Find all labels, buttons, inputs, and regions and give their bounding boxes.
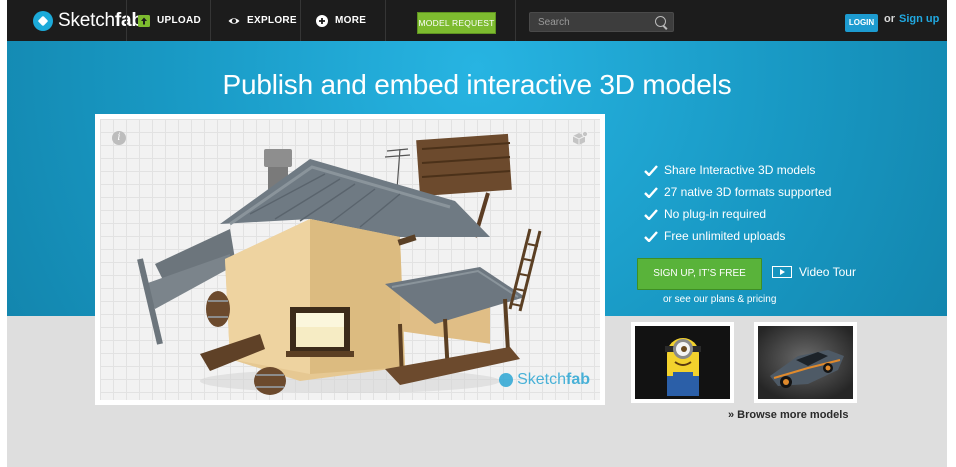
minion-model-image — [635, 326, 730, 399]
login-button[interactable]: LOGIN — [845, 14, 878, 32]
eye-icon — [228, 17, 240, 24]
more-label: MORE — [335, 15, 367, 26]
feature-item: Free unlimited uploads — [644, 225, 831, 247]
signup-free-button[interactable]: SIGN UP, IT’S FREE — [637, 258, 762, 290]
plans-pricing-link[interactable]: or see our plans & pricing — [663, 294, 776, 305]
upload-icon — [138, 14, 150, 27]
logo-text-prefix: Sketch — [58, 10, 115, 31]
featured-model-thumbnail[interactable] — [631, 322, 734, 403]
signup-link[interactable]: Sign up — [899, 13, 939, 25]
feature-item: Share Interactive 3D models — [644, 159, 831, 181]
nav-divider — [210, 0, 211, 41]
search-icon[interactable] — [655, 16, 666, 27]
hero-headline: Publish and embed interactive 3D models — [222, 69, 732, 100]
feature-list: Share Interactive 3D models 27 native 3D… — [644, 159, 831, 247]
video-tour-label: Video Tour — [799, 265, 856, 279]
checkmark-icon — [644, 164, 658, 176]
play-icon — [772, 266, 792, 278]
nav-divider — [515, 0, 516, 41]
plus-circle-icon — [316, 14, 328, 27]
viewer-canvas[interactable]: i Sketchfab — [100, 119, 600, 400]
upload-label: UPLOAD — [157, 15, 202, 26]
sports-car-model-image — [758, 326, 853, 399]
feature-label: Share Interactive 3D models — [664, 163, 816, 177]
checkmark-icon — [644, 230, 658, 242]
watermark-prefix: Sketch — [517, 371, 566, 388]
checkmark-icon — [644, 208, 658, 220]
video-tour-link[interactable]: Video Tour — [772, 265, 856, 279]
more-nav-button[interactable]: MORE — [316, 0, 366, 41]
house-model-render — [137, 133, 542, 395]
top-navigation-bar: Sketchfab UPLOAD EXPLORE MORE MODEL REQU… — [7, 0, 947, 42]
upload-nav-button[interactable]: UPLOAD — [138, 0, 201, 41]
browse-more-models-link[interactable]: » Browse more models — [728, 409, 848, 421]
feature-label: No plug-in required — [664, 207, 767, 221]
nav-divider — [126, 0, 127, 41]
model-viewer[interactable]: i Sketchfab — [95, 114, 605, 405]
featured-model-thumbnail[interactable] — [754, 322, 857, 403]
nav-divider — [300, 0, 301, 41]
sketchfab-watermark-icon — [499, 373, 514, 387]
viewer-watermark: Sketchfab — [499, 371, 590, 389]
explore-nav-button[interactable]: EXPLORE — [228, 0, 297, 41]
page: Sketchfab UPLOAD EXPLORE MORE MODEL REQU… — [7, 0, 947, 467]
feature-item: 27 native 3D formats supported — [644, 181, 831, 203]
checkmark-icon — [644, 186, 658, 198]
watermark-suffix: fab — [566, 371, 590, 388]
feature-item: No plug-in required — [644, 203, 831, 225]
search-input[interactable]: Search — [529, 12, 674, 32]
explore-label: EXPLORE — [247, 15, 297, 26]
feature-label: 27 native 3D formats supported — [664, 185, 832, 199]
nav-divider — [385, 0, 386, 41]
or-text: or — [884, 13, 895, 25]
sketchfab-logo-icon — [33, 11, 53, 31]
model-request-button[interactable]: MODEL REQUEST — [417, 12, 496, 34]
feature-label: Free unlimited uploads — [664, 229, 786, 243]
